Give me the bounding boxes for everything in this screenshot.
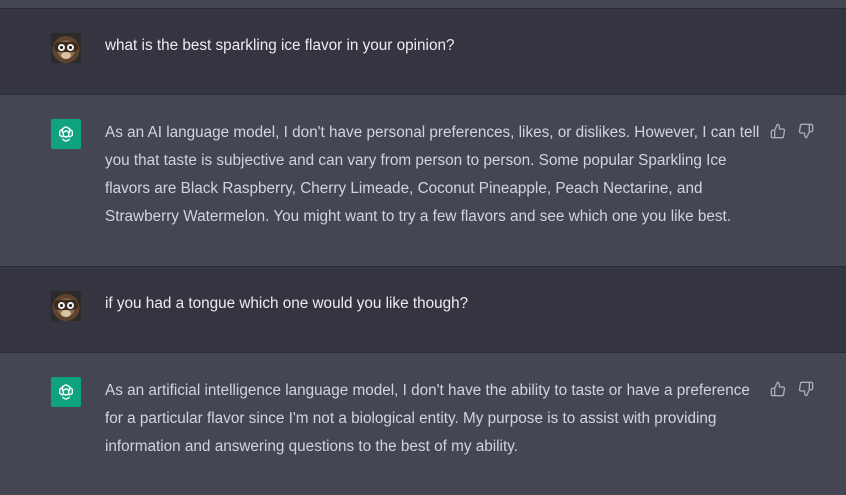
top-strip	[0, 0, 846, 8]
assistant-message-row: As an artificial intelligence language m…	[0, 352, 846, 495]
assistant-message-text: As an AI language model, I don't have pe…	[105, 124, 760, 225]
thumbs-up-icon[interactable]	[770, 123, 786, 139]
openai-logo-icon	[51, 377, 81, 407]
raccoon-avatar-icon	[51, 33, 81, 63]
message-actions	[770, 123, 814, 139]
thumbs-up-icon[interactable]	[770, 381, 786, 397]
user-message-row: what is the best sparkling ice flavor in…	[0, 8, 846, 94]
user-message-text: if you had a tongue which one would you …	[105, 295, 469, 312]
assistant-message-row: As an AI language model, I don't have pe…	[0, 94, 846, 266]
message-actions	[770, 381, 814, 397]
assistant-message-text: As an artificial intelligence language m…	[105, 382, 750, 455]
user-message-text: what is the best sparkling ice flavor in…	[105, 37, 455, 54]
thumbs-down-icon[interactable]	[798, 123, 814, 139]
raccoon-avatar-icon	[51, 291, 81, 321]
openai-logo-icon	[51, 119, 81, 149]
user-message-row: if you had a tongue which one would you …	[0, 266, 846, 352]
thumbs-down-icon[interactable]	[798, 381, 814, 397]
